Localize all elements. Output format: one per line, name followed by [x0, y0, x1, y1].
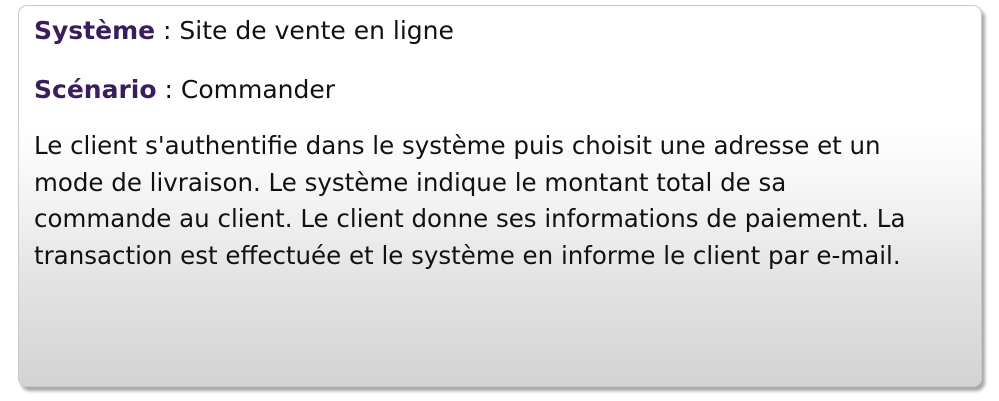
- scenario-description: Le client s'authentifie dans le système …: [34, 128, 969, 274]
- system-label: Système: [34, 16, 156, 45]
- description-line: mode de livraison. Le système indique le…: [34, 167, 787, 197]
- scenario-value: Commander: [180, 75, 336, 104]
- system-value: Site de vente en ligne: [179, 16, 454, 45]
- scenario-line: Scénario : Commander: [34, 71, 969, 108]
- description-line: Le client s'authentifie dans le système …: [34, 131, 881, 160]
- scenario-block: Système : Site de vente en ligne Scénari…: [18, 5, 982, 387]
- description-line: commande au client. Le client donne ses …: [34, 204, 906, 233]
- system-separator: :: [155, 16, 180, 45]
- scenario-label: Scénario: [34, 75, 157, 104]
- system-line: Système : Site de vente en ligne: [34, 12, 969, 49]
- scenario-content: Système : Site de vente en ligne Scénari…: [34, 12, 969, 274]
- scenario-separator: :: [156, 75, 181, 104]
- description-line: transaction est effectuée et le système …: [34, 240, 901, 270]
